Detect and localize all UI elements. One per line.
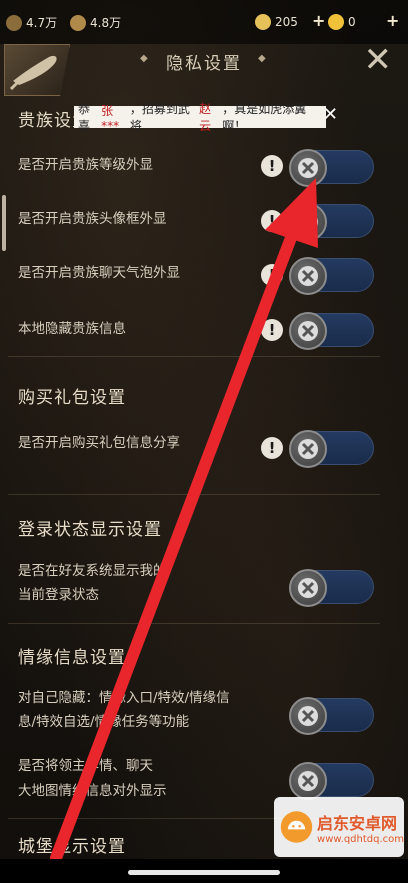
toggle-knob xyxy=(289,149,327,187)
title-deco-right: ◆ xyxy=(258,53,266,64)
watermark-name: 启东安卓网 xyxy=(317,813,398,833)
close-icon xyxy=(298,578,318,598)
row-gift-share-label: 是否开启购买礼包信息分享 xyxy=(18,435,180,451)
divider xyxy=(8,494,380,495)
resource-2: 4.8万 xyxy=(70,14,121,31)
watermark-url: www.qdhtdq.com xyxy=(317,833,404,845)
row-noble-level-label: 是否开启贵族等级外显 xyxy=(18,157,153,173)
toggle-knob xyxy=(289,762,327,800)
notice-hero: 赵云 xyxy=(199,102,212,133)
section-title-castle: 城堡显示设置 xyxy=(18,837,126,857)
toggle-knob xyxy=(289,312,327,350)
close-icon xyxy=(298,158,318,178)
row-noble-chat-label: 是否开启贵族聊天气泡外显 xyxy=(18,265,180,281)
notice-name: 张*** xyxy=(101,103,120,133)
coin-icon xyxy=(255,14,271,30)
android-logo-icon xyxy=(280,811,313,843)
info-icon[interactable]: ! xyxy=(261,264,283,286)
add-ingot-button[interactable]: + xyxy=(386,11,399,30)
section-title-login: 登录状态显示设置 xyxy=(18,520,162,540)
info-icon[interactable]: ! xyxy=(261,155,283,177)
guitar-icon xyxy=(6,14,22,31)
toggle-noble-chat[interactable] xyxy=(289,257,374,295)
section-title-romance: 情缘信息设置 xyxy=(18,648,126,668)
toggle-noble-avatar[interactable] xyxy=(289,203,374,241)
row-romance-show-line1: 是否将领主详情、聊天 xyxy=(18,758,153,774)
gold-value: 205 xyxy=(275,15,298,29)
close-icon xyxy=(298,321,318,341)
info-icon[interactable]: ! xyxy=(261,319,283,341)
close-icon xyxy=(298,706,318,726)
ingot-resource: 0 xyxy=(328,14,356,30)
notice-suffix: ，真是如虎添翼啊！ xyxy=(222,102,307,133)
divider xyxy=(8,356,380,357)
page-title: 隐私设置 xyxy=(166,54,242,74)
toggle-knob xyxy=(289,569,327,607)
resource-bar: 4.7万 4.8万 205 + 0 + xyxy=(0,0,408,44)
notice-close-button[interactable]: ✕ xyxy=(323,104,338,125)
close-icon xyxy=(298,212,318,232)
row-login-label-line1: 是否在好友系统显示我的 xyxy=(18,563,167,579)
info-icon[interactable]: ! xyxy=(261,437,283,459)
add-gold-button[interactable]: + xyxy=(312,11,325,30)
toggle-romance-hide[interactable] xyxy=(289,697,374,735)
resource-1-value: 4.7万 xyxy=(26,16,58,30)
close-button[interactable]: ✕ xyxy=(364,40,393,80)
ingot-icon xyxy=(328,14,344,30)
row-romance-hide-line1: 对自己隐藏：情缘入口/特效/情缘信 xyxy=(18,690,230,706)
notice-mid: ，招募到武将 xyxy=(129,102,190,133)
row-hide-noble-label: 本地隐藏贵族信息 xyxy=(18,321,126,337)
notice-prefix: 恭喜 xyxy=(78,102,91,133)
divider xyxy=(8,623,380,624)
toggle-hide-noble[interactable] xyxy=(289,312,374,350)
row-noble-avatar-label: 是否开启贵族头像框外显 xyxy=(18,211,167,227)
section-title-gift: 购买礼包设置 xyxy=(18,388,126,408)
notice-banner: 恭喜 张*** ，招募到武将 赵云 ，真是如虎添翼啊！ xyxy=(74,102,326,133)
toggle-noble-level[interactable] xyxy=(289,149,374,187)
sword-icon xyxy=(70,14,86,31)
resource-2-value: 4.8万 xyxy=(90,16,122,30)
resource-1: 4.7万 xyxy=(6,14,57,31)
toggle-knob xyxy=(289,697,327,735)
home-indicator[interactable] xyxy=(128,870,280,875)
close-icon xyxy=(298,266,318,286)
header: ◆ 隐私设置 ◆ ✕ xyxy=(0,40,408,100)
toggle-knob xyxy=(289,430,327,468)
close-icon xyxy=(298,771,318,791)
watermark: 启东安卓网 www.qdhtdq.com xyxy=(274,797,404,857)
toggle-login-status[interactable] xyxy=(289,569,374,607)
toggle-knob xyxy=(289,203,327,241)
toggle-knob xyxy=(289,257,327,295)
ingot-value: 0 xyxy=(348,15,356,29)
toggle-romance-show[interactable] xyxy=(289,762,374,800)
scroll-indicator[interactable] xyxy=(2,195,6,251)
row-romance-show-line2: 大地图情缘信息对外显示 xyxy=(18,783,167,799)
gold-resource: 205 xyxy=(255,14,298,30)
info-icon[interactable]: ! xyxy=(261,210,283,232)
close-icon xyxy=(298,439,318,459)
row-romance-hide-line2: 息/特效自选/情缘任务等功能 xyxy=(18,714,190,730)
row-login-label-line2: 当前登录状态 xyxy=(18,587,99,603)
toggle-gift-share[interactable] xyxy=(289,430,374,468)
